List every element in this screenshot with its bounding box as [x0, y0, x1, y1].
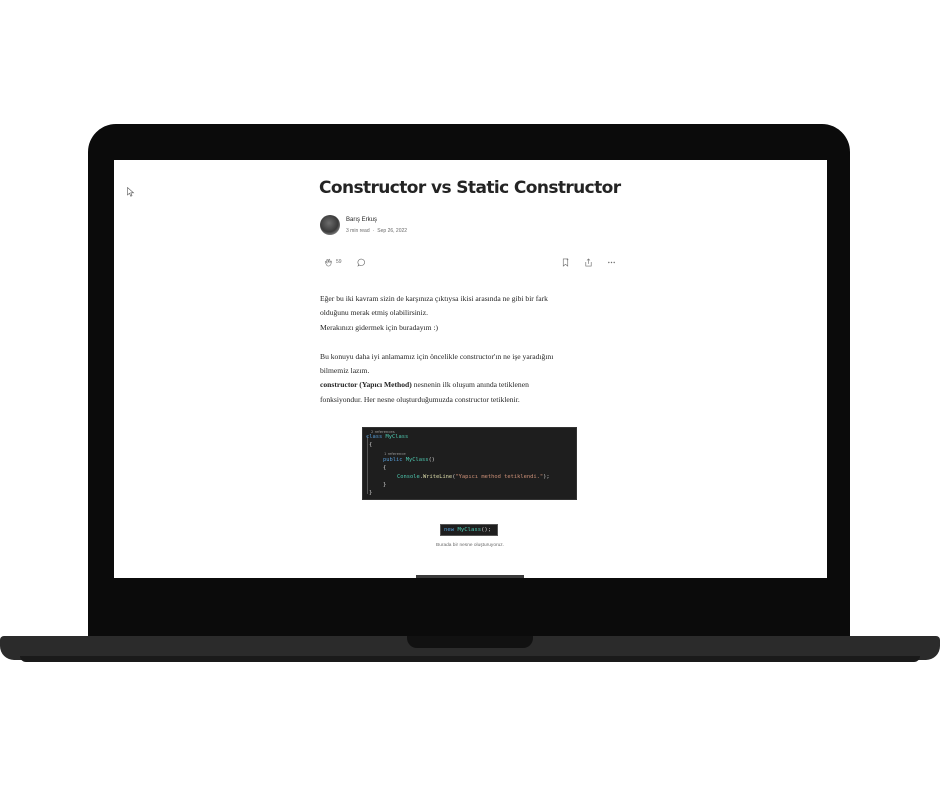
- screen: Constructor vs Static Constructor Barış …: [114, 160, 827, 578]
- paragraph-line: bilmemiz lazım.: [320, 366, 370, 376]
- article-title: Constructor vs Static Constructor: [319, 178, 621, 198]
- article-body: Eğer bu iki kavram sizin de karşınıza çı…: [320, 292, 620, 407]
- paragraph-line: fonksiyondur. Her nesne oluşturduğumuzda…: [320, 394, 520, 404]
- clap-count: 59: [336, 259, 342, 265]
- laptop-base-shadow: [20, 656, 920, 662]
- bookmark-icon: [562, 257, 569, 267]
- avatar[interactable]: [320, 215, 340, 235]
- paragraph-line: Eğer bu iki kavram sizin de karşınıza çı…: [320, 294, 548, 303]
- action-bar: 59: [320, 256, 620, 268]
- paragraph-line: olduğunu merak etmiş olabilirsiniz.: [320, 308, 428, 318]
- image-caption: Burada bir nesne oluşturuyoruz.: [436, 543, 504, 548]
- paragraph-line: constructor (Yapıcı Method) nesnenin ilk…: [320, 380, 529, 390]
- bold-term: constructor (Yapıcı Method): [320, 380, 412, 390]
- clap-icon: [324, 258, 332, 266]
- article-meta: 3 min read · Sep 26, 2022: [346, 228, 408, 234]
- cursor-icon: [127, 187, 135, 197]
- clap-button[interactable]: 59: [324, 256, 342, 268]
- author-name[interactable]: Barış Erkuş: [346, 217, 377, 223]
- publish-date: Sep 26, 2022: [377, 228, 408, 234]
- paragraph-line: Merakınızı gidermek için buradayım :): [320, 322, 439, 332]
- laptop-notch: [407, 636, 533, 648]
- paragraph-line: Bu konuyu daha iyi anlamamız için önceli…: [320, 351, 554, 361]
- more-icon: [608, 261, 615, 263]
- comment-button[interactable]: [357, 256, 366, 268]
- share-icon: [585, 257, 592, 266]
- comment-icon: [357, 258, 365, 267]
- code-screenshot: 2 references class MyClass { 1 reference…: [362, 427, 577, 500]
- read-time: 3 min read: [346, 228, 370, 234]
- inline-code-snippet: new MyClass();: [440, 524, 498, 536]
- share-button[interactable]: [584, 256, 593, 268]
- more-button[interactable]: [607, 256, 616, 268]
- scroll-indicator[interactable]: [416, 575, 524, 578]
- bookmark-button[interactable]: [561, 256, 570, 268]
